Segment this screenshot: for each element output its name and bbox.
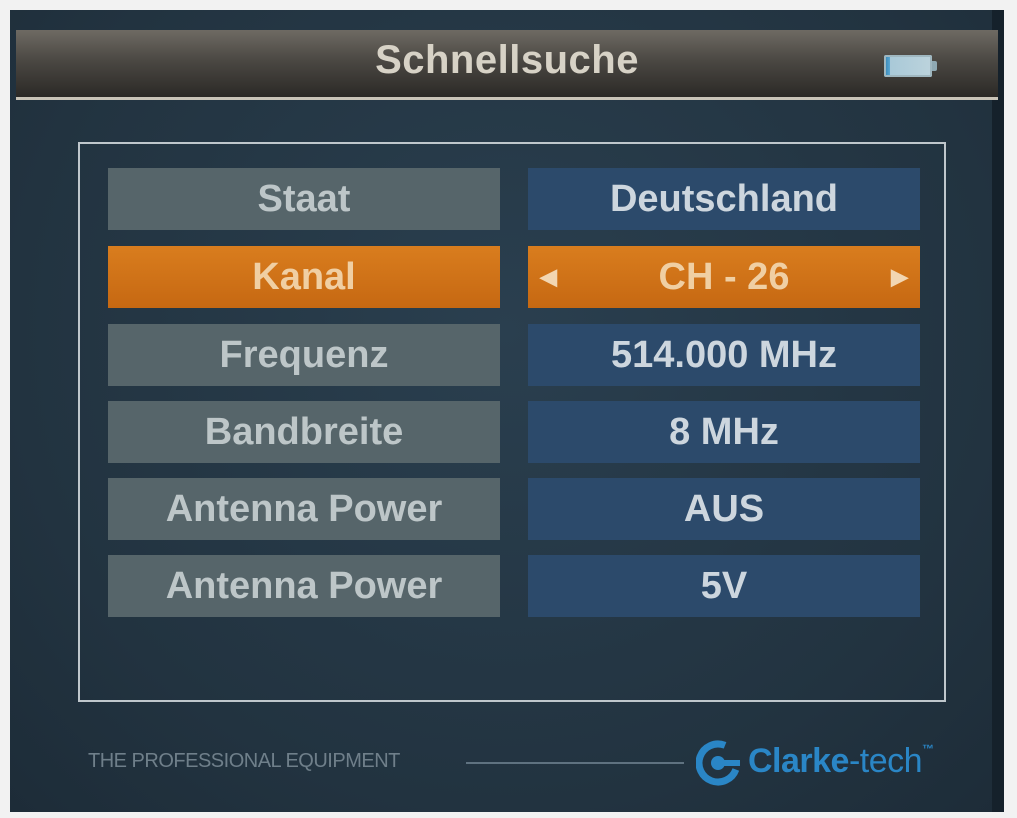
setting-label: Antenna Power bbox=[108, 555, 500, 617]
settings-panel: Staat Deutschland Kanal ◀ CH - 26 ▶ Freq… bbox=[78, 142, 946, 702]
battery-icon bbox=[884, 55, 937, 77]
page-title: Schnellsuche bbox=[375, 38, 639, 82]
brand-trademark: ™ bbox=[922, 742, 934, 756]
setting-value[interactable]: AUS bbox=[528, 478, 920, 540]
brand-name-main: Clarke bbox=[748, 742, 849, 780]
setting-label: Kanal bbox=[108, 246, 500, 308]
footer-divider bbox=[466, 762, 684, 764]
arrow-right-icon[interactable]: ▶ bbox=[891, 246, 908, 308]
arrow-left-icon[interactable]: ◀ bbox=[540, 246, 557, 308]
setting-label: Antenna Power bbox=[108, 478, 500, 540]
setting-value[interactable]: 5V bbox=[528, 555, 920, 617]
brand-name: Clarke-tech™ bbox=[748, 742, 934, 781]
setting-value: CH - 26 bbox=[658, 256, 790, 298]
title-bar: Schnellsuche bbox=[16, 30, 998, 100]
setting-value[interactable]: Deutschland bbox=[528, 168, 920, 230]
setting-label: Bandbreite bbox=[108, 401, 500, 463]
clarke-tech-logo-icon bbox=[696, 740, 741, 786]
channel-selector[interactable]: ◀ CH - 26 ▶ bbox=[528, 246, 920, 308]
tv-screen: Schnellsuche Staat Deutschland Kanal ◀ C… bbox=[10, 10, 1004, 812]
screen-bezel bbox=[992, 10, 1004, 812]
setting-label: Staat bbox=[108, 168, 500, 230]
setting-value[interactable]: 514.000 MHz bbox=[528, 324, 920, 386]
footer-tagline: THE PROFESSIONAL EQUIPMENT bbox=[88, 750, 400, 772]
setting-label: Frequenz bbox=[108, 324, 500, 386]
setting-value[interactable]: 8 MHz bbox=[528, 401, 920, 463]
brand-name-suffix: -tech bbox=[848, 742, 923, 780]
